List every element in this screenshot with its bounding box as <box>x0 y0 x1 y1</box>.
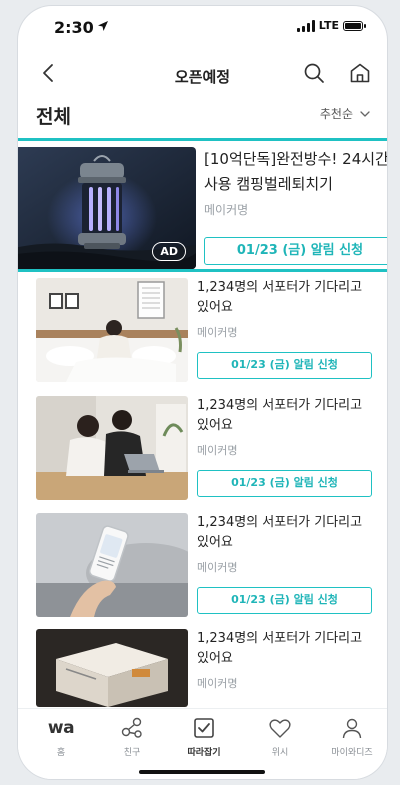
home-indicator <box>139 770 265 774</box>
item-thumbnail[interactable] <box>36 629 188 707</box>
header: 오픈예정 <box>18 52 387 96</box>
featured-thumbnail-lantern[interactable]: AD <box>18 147 196 269</box>
item-maker: 메이커명 <box>197 561 238 574</box>
bottom-tab-bar: wa 홈 친구 따라잡기 위시 마이와디즈 <box>18 708 387 779</box>
section-title: 전체 <box>36 106 71 128</box>
chevron-down-icon <box>360 110 370 117</box>
status-bar: 2:30 LTE <box>18 6 387 46</box>
search-icon[interactable] <box>302 61 326 85</box>
product-box-image <box>36 629 188 707</box>
sort-dropdown[interactable]: 추천순 <box>320 105 371 122</box>
item-thumbnail[interactable] <box>36 513 188 617</box>
item-description[interactable]: 1,234명의 서포터가 기다리고 있어요 <box>197 513 377 553</box>
item-thumbnail[interactable] <box>36 278 188 382</box>
tab-my-label: 마이와디즈 <box>331 748 373 758</box>
phone-screen: 2:30 LTE 오픈예정 전체 추천순 AD [10억단독]완전방수! 24시… <box>18 6 387 779</box>
item-maker: 메이커명 <box>197 677 238 690</box>
tab-friends-label: 친구 <box>123 748 141 758</box>
tab-home-label: 홈 <box>56 748 66 758</box>
item-description[interactable]: 1,234명의 서포터가 기다리고 있어요 <box>197 396 377 436</box>
item-maker: 메이커명 <box>197 444 238 457</box>
tab-catchup-label: 따라잡기 <box>187 748 221 758</box>
friends-network-icon <box>121 717 142 738</box>
notify-button[interactable]: 01/23 (금) 알림 신청 <box>197 352 372 379</box>
section-header: 전체 추천순 <box>18 98 387 134</box>
status-time: 2:30 <box>54 18 94 37</box>
item-description[interactable]: 1,234명의 서포터가 기다리고 있어요 <box>197 629 377 669</box>
bedroom-image <box>36 278 188 382</box>
couple-laptop-image <box>36 396 188 500</box>
item-thumbnail[interactable] <box>36 396 188 500</box>
list-item[interactable]: 1,234명의 서포터가 기다리고 있어요 메이커명 01/23 (금) 알림 … <box>18 396 387 506</box>
wadiz-logo: wa <box>47 718 75 738</box>
network-label: LTE <box>318 19 339 32</box>
notify-button[interactable]: 01/23 (금) 알림 신청 <box>197 587 372 614</box>
notify-button[interactable]: 01/23 (금) 알림 신청 <box>197 470 372 497</box>
battery-icon <box>343 20 366 31</box>
status-indicators: LTE <box>296 19 366 32</box>
tab-home[interactable]: wa 홈 <box>26 717 96 758</box>
phone-in-hand-image <box>36 513 188 617</box>
tab-wish[interactable]: 위시 <box>245 717 315 758</box>
tab-wish-label: 위시 <box>271 748 289 758</box>
ad-badge: AD <box>152 242 186 261</box>
signal-icon <box>296 19 315 32</box>
checklist-icon <box>194 718 214 738</box>
tab-my[interactable]: 마이와디즈 <box>317 717 387 758</box>
item-description[interactable]: 1,234명의 서포터가 기다리고 있어요 <box>197 278 377 318</box>
home-icon[interactable] <box>348 61 372 85</box>
location-arrow-icon <box>98 21 108 31</box>
list-item[interactable]: 1,234명의 서포터가 기다리고 있어요 메이커명 01/23 (금) 알림 … <box>18 278 387 388</box>
item-maker: 메이커명 <box>197 326 238 339</box>
page-title: 오픈예정 <box>174 68 231 86</box>
list-item[interactable]: 1,234명의 서포터가 기다리고 있어요 메이커명 01/23 (금) 알림 … <box>18 513 387 623</box>
featured-maker: 메이커명 <box>204 203 249 217</box>
sort-label: 추천순 <box>319 107 353 121</box>
featured-ad-card[interactable]: AD [10억단독]완전방수! 24시간 사용 캠핑벌레퇴치기 메이커명 01/… <box>18 138 387 272</box>
tab-friends[interactable]: 친구 <box>97 717 167 758</box>
heart-icon <box>269 719 291 738</box>
featured-notify-button[interactable]: 01/23 (금) 알림 신청 <box>204 237 387 265</box>
featured-title[interactable]: [10억단독]완전방수! 24시간 사용 캠핑벌레퇴치기 <box>204 147 387 197</box>
person-icon <box>342 718 362 739</box>
tab-catchup[interactable]: 따라잡기 <box>169 717 239 758</box>
